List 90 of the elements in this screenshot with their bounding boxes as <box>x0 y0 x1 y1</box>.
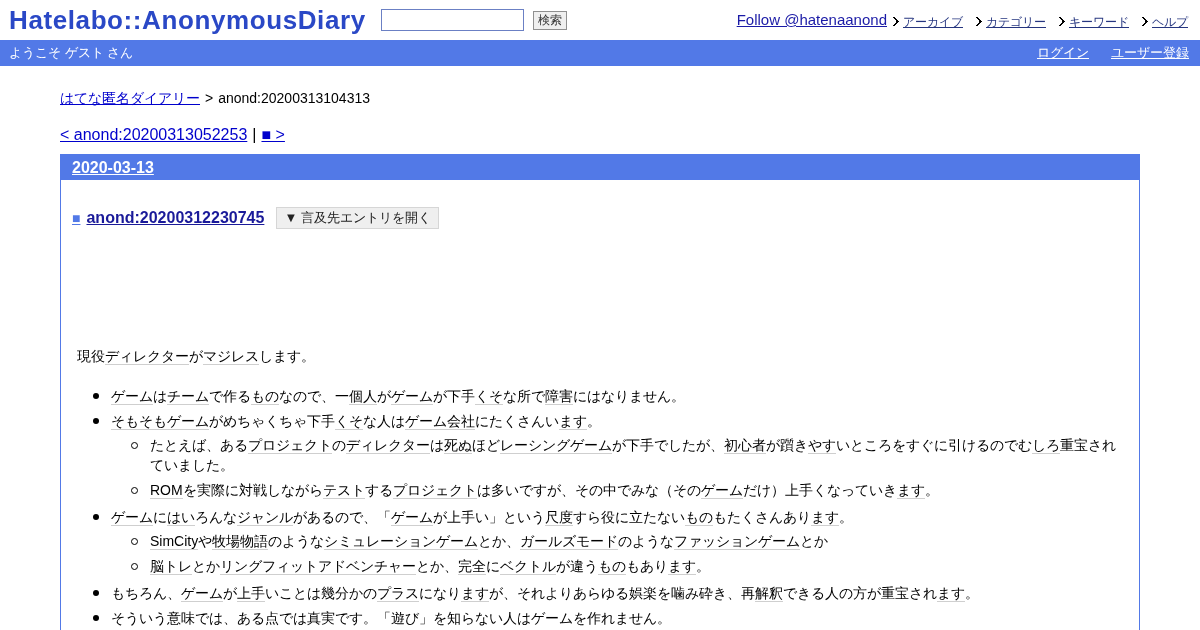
search-button[interactable]: 検索 <box>532 10 567 30</box>
keyword-link[interactable]: 個人 <box>349 388 377 405</box>
keyword-link[interactable]: 上手 <box>237 585 265 602</box>
chevron-icon <box>893 17 900 26</box>
previous-entry-link[interactable]: < anond:20200313052253 <box>60 125 248 145</box>
keyword-link[interactable]: ます <box>937 585 965 602</box>
breadcrumb-link[interactable]: はてな匿名ダイアリー <box>60 88 200 108</box>
keyword-link[interactable]: プロジェクト <box>392 482 477 499</box>
keyword-link[interactable]: ファッションゲーム <box>674 533 801 550</box>
keyword-link[interactable]: もの <box>251 388 279 405</box>
keyword-link[interactable]: ディレクター <box>105 348 189 365</box>
chevron-icon <box>1142 17 1149 26</box>
list-item-text: そういう意味では、ある点では真実です。「遊び」を知らない人はゲームを作れません。 <box>111 609 672 628</box>
keyword-link[interactable]: ます <box>896 482 925 499</box>
keyword-link[interactable]: 完全 <box>458 558 486 575</box>
entry-title-link[interactable]: anond:20200312230745 <box>86 208 265 228</box>
keyword-link[interactable]: ます <box>668 558 696 575</box>
keyword-link[interactable]: ガールズモード <box>520 533 619 550</box>
keyword-link[interactable]: ジャンル <box>237 509 293 526</box>
chevron-icon <box>1059 17 1066 26</box>
keyword-link[interactable]: SimCity <box>150 533 199 550</box>
keyword-link[interactable]: プラス <box>377 585 419 602</box>
keyword-link[interactable]: ます <box>559 413 587 430</box>
greeting-text: ようこそ ゲスト さん <box>9 44 134 62</box>
list-item-text: ゲームにはいろんなジャンルがあるので、「ゲームが上手い」という 尺度すら役に立たない ものもたくさんあり ます。 <box>111 508 854 527</box>
keyword-link[interactable]: ゲーム <box>700 482 743 499</box>
user-bar-link[interactable]: ログイン <box>1037 43 1089 63</box>
breadcrumb-separator: > <box>205 89 214 108</box>
bullet-icon <box>93 590 99 596</box>
keyword-link[interactable]: テスト <box>322 482 365 499</box>
nav-link[interactable]: キーワード <box>1069 13 1129 30</box>
toggle-button[interactable]: ▼ 言及先エントリを開く <box>276 207 439 229</box>
keyword-link[interactable]: リングフィットアドベンチャー <box>220 558 416 575</box>
bullet-icon <box>93 418 99 424</box>
keyword-link[interactable]: 尺度 <box>545 509 573 526</box>
keyword-link[interactable]: 解釈 <box>755 585 783 602</box>
follow-link[interactable]: Follow @hatenaanond <box>736 11 887 29</box>
keyword-link[interactable]: くそ <box>335 413 363 430</box>
breadcrumb-current: anond:20200313104313 <box>218 89 370 108</box>
list-item-text: もちろん、ゲームが上手いことは幾分かのプラス になり ますが、それよりあらゆる娯楽を噛み砕き、再解釈できる人の方が重宝されます。 <box>111 584 980 603</box>
keyword-link[interactable]: ます <box>811 509 839 526</box>
keyword-link[interactable]: ます <box>461 585 489 602</box>
date-link[interactable]: 2020-03-13 <box>72 157 154 178</box>
keyword-link[interactable]: はい <box>167 509 195 526</box>
keyword-link[interactable]: もの <box>685 509 713 526</box>
list-item-text: 脳トレ とかリングフィットアドベンチャー とか、完全にベクトルが違う ものもあり ます。 <box>150 557 711 576</box>
pager-separator: | <box>252 125 257 145</box>
site-logo[interactable]: Hatelabo::AnonymousDiary <box>9 5 366 35</box>
nav-link[interactable]: ヘルプ <box>1152 13 1188 30</box>
keyword-link[interactable]: ディレクター <box>346 437 430 454</box>
keyword-link[interactable]: ゲーム会社 <box>405 413 475 430</box>
keyword-link[interactable]: マジレス <box>203 348 259 365</box>
keyword-link[interactable]: もの <box>598 558 626 575</box>
list-item-text: たとえば、ある プロジェクトのディレクターは死ぬほどレーシングゲームが下手でしたが、初心者が躓きやすいところをすぐに引けるのでむ しろ重宝されていました。 <box>150 436 1117 475</box>
keyword-link[interactable]: ゲーム <box>391 509 433 526</box>
keyword-link[interactable]: しろ <box>1032 437 1060 454</box>
keyword-link[interactable]: くそ <box>475 388 503 405</box>
paragraph-text: 現役ディレクターがマジレス します。 <box>77 347 316 366</box>
keyword-link[interactable]: 初心者 <box>724 437 766 454</box>
list-item-text: ROMを実際に対戦しながら テストする プロジェクト は多いですが、その中でみな（そのゲームだけ）上手くなっていき ます。 <box>150 481 940 500</box>
keyword-link[interactable]: ゲーム <box>391 388 433 405</box>
nav-link[interactable]: カテゴリー <box>986 13 1046 30</box>
next-entry-link[interactable]: ■ > <box>261 125 285 145</box>
bullet-icon <box>93 393 99 399</box>
bullet-icon <box>93 615 99 621</box>
keyword-link[interactable]: 障害 <box>545 388 573 405</box>
keyword-link[interactable]: 脳トレ <box>150 558 192 575</box>
chevron-icon <box>976 17 983 26</box>
bullet-icon <box>93 514 99 520</box>
keyword-link[interactable]: そもそも <box>111 413 167 430</box>
keyword-link[interactable]: ゲーム <box>181 585 223 602</box>
keyword-link[interactable]: 牧場物語 <box>212 533 269 550</box>
keyword-link[interactable]: シミュレーションゲーム <box>324 533 479 550</box>
keyword-link[interactable]: ゲーム <box>111 388 153 405</box>
entry-marker-link[interactable]: ■ <box>72 208 81 228</box>
list-item-text: SimCityや牧場物語のようなシミュレーションゲーム とか、ガールズモードのようなファッションゲーム とか <box>150 532 830 551</box>
search-field[interactable] <box>380 9 524 31</box>
keyword-link[interactable]: やす <box>808 437 836 454</box>
keyword-link[interactable]: ベクトル <box>500 558 556 575</box>
list-item-text: ゲームはチームで作る ものなので、一個人がゲームが下手くそな所で障害にはなりません。 <box>111 387 686 406</box>
keyword-link[interactable]: 死ぬ <box>444 437 472 454</box>
list-item-text: そもそもゲームがめちゃくちゃ下手くそな人はゲーム会社にたくさんい ます。 <box>111 412 602 431</box>
keyword-link[interactable]: プロジェクト <box>248 437 332 454</box>
keyword-link[interactable]: レーシングゲーム <box>500 437 612 454</box>
keyword-link[interactable]: ゲーム <box>167 413 209 430</box>
nav-link[interactable]: アーカイブ <box>903 13 963 30</box>
user-bar-link[interactable]: ユーザー登録 <box>1111 43 1189 63</box>
keyword-link[interactable]: ゲーム <box>111 509 153 526</box>
keyword-link[interactable]: ROM <box>150 482 183 499</box>
keyword-link[interactable]: チーム <box>167 388 209 405</box>
